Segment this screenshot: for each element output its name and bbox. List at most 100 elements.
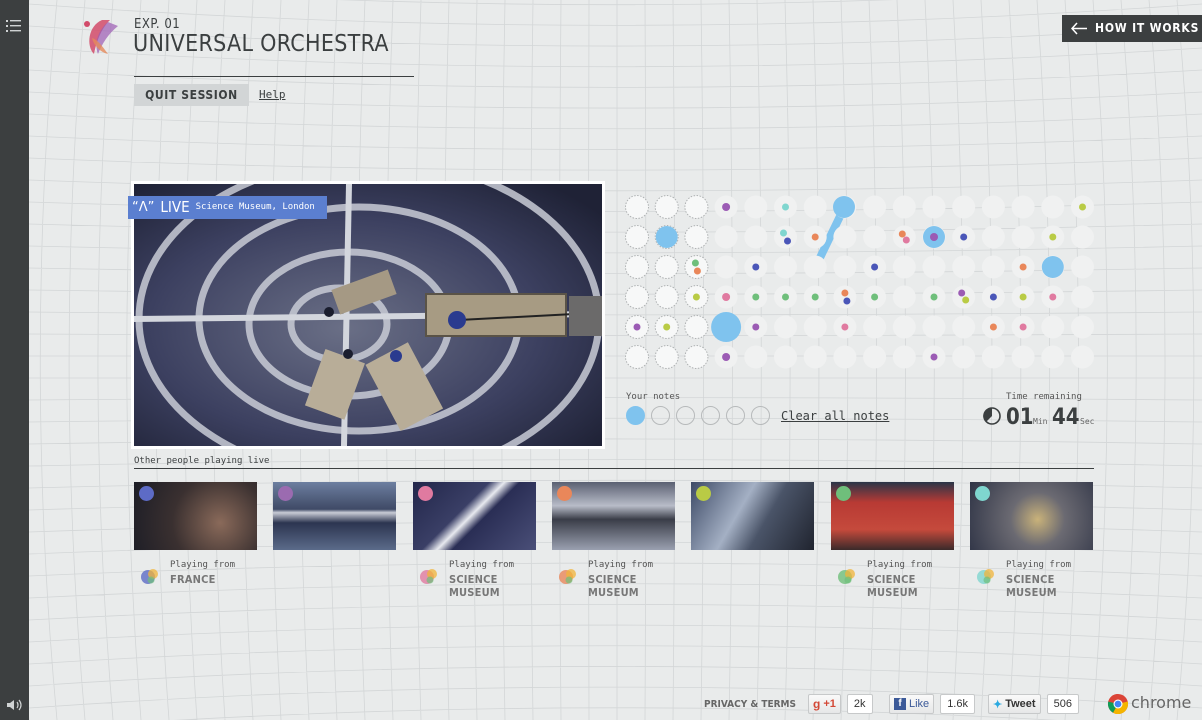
note-cell[interactable] [654, 285, 679, 309]
note-dot[interactable] [960, 233, 968, 241]
note-cell[interactable] [714, 225, 738, 249]
sound-icon[interactable] [6, 698, 24, 712]
note-dot[interactable] [722, 353, 731, 361]
note-cell[interactable] [625, 345, 649, 369]
note-cell[interactable] [892, 255, 916, 279]
note-dot[interactable] [752, 293, 760, 301]
note-cell[interactable] [803, 315, 827, 339]
note-cell[interactable] [952, 195, 976, 219]
player-thumbnail[interactable] [691, 482, 814, 550]
player-thumbnail[interactable] [552, 482, 675, 550]
note-cell[interactable] [803, 255, 827, 279]
help-link[interactable]: Help [259, 88, 286, 101]
note-cell[interactable] [1011, 195, 1035, 219]
note-cell[interactable] [1011, 225, 1035, 249]
clear-all-notes-link[interactable]: Clear all notes [781, 409, 889, 423]
note-dot[interactable] [633, 323, 641, 331]
live-video[interactable] [131, 181, 605, 449]
note-dot[interactable] [811, 233, 819, 241]
note-cell[interactable] [774, 225, 797, 249]
note-cell[interactable] [654, 195, 679, 219]
note-cell[interactable] [803, 345, 827, 369]
note-cell[interactable] [833, 345, 857, 369]
note-dot[interactable] [692, 293, 700, 301]
note-cell[interactable] [1071, 225, 1094, 249]
note-dot[interactable] [811, 293, 819, 301]
note-cell[interactable] [952, 285, 976, 309]
note-cell[interactable] [744, 345, 768, 369]
menu-icon[interactable] [5, 18, 23, 34]
note-cell[interactable] [1071, 345, 1094, 369]
note-cell[interactable] [774, 345, 797, 369]
player-thumbnail[interactable] [831, 482, 954, 550]
note-cell[interactable] [1071, 285, 1094, 309]
note-cell[interactable] [863, 225, 887, 249]
note-cell[interactable] [684, 315, 709, 339]
note-dot[interactable] [1049, 293, 1057, 301]
note-dot[interactable] [833, 196, 855, 218]
note-cell[interactable] [684, 255, 709, 279]
note-dot[interactable] [902, 236, 910, 244]
note-dot[interactable] [1019, 263, 1027, 271]
note-cell[interactable] [922, 315, 946, 339]
quit-session-button[interactable]: QUIT SESSION [134, 84, 249, 106]
note-cell[interactable] [833, 225, 857, 249]
note-dot[interactable] [711, 312, 742, 342]
note-grid[interactable] [620, 190, 1100, 375]
note-dot[interactable] [958, 289, 966, 297]
facebook-like-button[interactable]: f Like [889, 694, 935, 714]
note-cell[interactable] [774, 255, 797, 279]
note-cell[interactable] [833, 285, 857, 309]
note-cell[interactable] [625, 225, 649, 249]
note-cell[interactable] [892, 195, 916, 219]
note-cell[interactable] [981, 345, 1005, 369]
note-cell[interactable] [1071, 315, 1094, 339]
note-cell[interactable] [774, 315, 797, 339]
note-cell[interactable] [684, 195, 709, 219]
note-cell[interactable] [892, 225, 916, 249]
how-it-works-button[interactable]: HOW IT WORKS [1062, 15, 1202, 42]
note-dot[interactable] [663, 323, 671, 331]
note-cell[interactable] [952, 345, 976, 369]
note-cell[interactable] [833, 255, 857, 279]
note-dot[interactable] [989, 293, 997, 301]
note-dot[interactable] [782, 293, 789, 301]
note-cell[interactable] [744, 225, 768, 249]
note-cell[interactable] [1071, 255, 1094, 279]
note-cell[interactable] [744, 195, 768, 219]
note-cell[interactable] [981, 255, 1005, 279]
note-dot[interactable] [898, 230, 906, 238]
note-dot[interactable] [1049, 233, 1057, 241]
note-cell[interactable] [922, 255, 946, 279]
note-cell[interactable] [684, 345, 709, 369]
note-cell[interactable] [892, 315, 916, 339]
note-cell[interactable] [654, 345, 679, 369]
player-thumbnail[interactable] [970, 482, 1093, 550]
note-cell[interactable] [625, 255, 649, 279]
note-dot[interactable] [871, 293, 879, 301]
note-dot[interactable] [841, 289, 849, 297]
note-cell[interactable] [684, 225, 709, 249]
note-dot[interactable] [989, 323, 997, 331]
note-dot[interactable] [691, 259, 699, 267]
note-dot[interactable] [782, 203, 789, 211]
note-cell[interactable] [952, 255, 976, 279]
note-cell[interactable] [803, 195, 827, 219]
note-cell[interactable] [863, 345, 887, 369]
note-cell[interactable] [654, 255, 679, 279]
note-cell[interactable] [1041, 195, 1065, 219]
note-cell[interactable] [1011, 345, 1035, 369]
gplus-button[interactable]: g +1 [808, 694, 841, 714]
note-dot[interactable] [1041, 256, 1064, 278]
note-cell[interactable] [625, 195, 649, 219]
privacy-terms-link[interactable]: PRIVACY & TERMS [704, 699, 796, 710]
note-dot[interactable] [655, 226, 678, 248]
note-dot[interactable] [1019, 323, 1027, 331]
note-cell[interactable] [714, 255, 738, 279]
note-cell[interactable] [952, 315, 976, 339]
note-dot[interactable] [1019, 293, 1027, 301]
player-thumbnail[interactable] [134, 482, 257, 550]
player-thumbnail[interactable] [413, 482, 536, 550]
note-cell[interactable] [1041, 315, 1065, 339]
note-dot[interactable] [1079, 203, 1086, 211]
